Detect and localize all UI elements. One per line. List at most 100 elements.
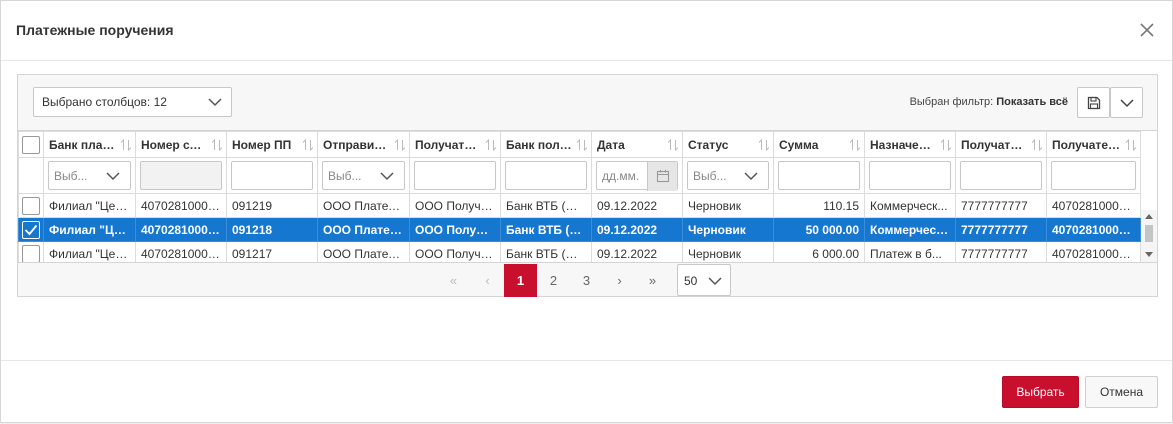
scroll-down-icon — [1145, 252, 1153, 257]
table-cell: 6 000.00 — [773, 241, 865, 262]
table-cell: Филиал "Цен... — [43, 193, 136, 218]
table-cell: 40702810000... — [135, 217, 227, 242]
close-button[interactable] — [1136, 19, 1158, 41]
table-cell: Черновик — [682, 217, 774, 242]
row-checkbox-cell[interactable] — [18, 193, 44, 218]
sender-filter-select[interactable]: Выб... — [322, 161, 405, 190]
column-header-label: Сумма — [779, 137, 819, 152]
page-size-select[interactable]: 50 — [677, 264, 731, 296]
filter-value: Показать всё — [996, 96, 1068, 108]
table-cell: 110.15 — [773, 193, 865, 218]
table-row-selected[interactable]: Филиал "Цен... 40702810000... 091218 ООО… — [18, 217, 1141, 242]
column-header[interactable]: Получатель ИНН — [955, 131, 1047, 158]
recipient-account-filter-input[interactable] — [1051, 161, 1136, 190]
save-filter-button[interactable] — [1077, 87, 1110, 118]
table-cell: 40702810000... — [1046, 241, 1141, 262]
column-header[interactable]: Номер ПП — [226, 131, 318, 158]
column-header-label: Назначение — [870, 137, 941, 152]
column-header[interactable]: Банк получателя — [500, 131, 592, 158]
first-page-button[interactable]: « — [437, 264, 470, 297]
prev-page-button[interactable]: ‹ — [471, 264, 504, 297]
next-page-button[interactable]: › — [603, 264, 636, 297]
table-cell: Банк ВТБ (ПА... — [500, 193, 592, 218]
sort-icon — [394, 139, 406, 151]
scroll-up-icon — [1145, 214, 1153, 219]
table-cell: ООО Платель... — [317, 193, 410, 218]
cancel-button[interactable]: Отмена — [1085, 376, 1158, 408]
filter-select-value: Выб... — [693, 169, 727, 183]
table-cell: 091218 — [226, 217, 318, 242]
row-checkbox-cell[interactable] — [18, 217, 44, 242]
select-all-checkbox[interactable] — [22, 135, 40, 154]
purpose-filter-input[interactable] — [869, 161, 951, 190]
calendar-button[interactable] — [647, 162, 677, 191]
chevron-down-icon — [744, 172, 758, 181]
row-checkbox[interactable] — [22, 196, 40, 215]
select-all-cell[interactable] — [18, 131, 44, 158]
page-button-current[interactable]: 1 — [504, 264, 537, 297]
table-cell: Черновик — [682, 241, 774, 262]
sort-icon — [211, 139, 223, 151]
recipient-inn-filter-input[interactable] — [960, 161, 1042, 190]
page-button[interactable]: 2 — [537, 264, 570, 297]
sort-icon — [667, 139, 679, 151]
row-checkbox[interactable] — [22, 244, 40, 262]
sort-icon — [1031, 139, 1043, 151]
column-header-label: Номер ПП — [232, 137, 292, 152]
column-header[interactable]: Назначение — [864, 131, 956, 158]
filter-row: Выб... Выб... дд.мм. Выб... — [18, 157, 1141, 194]
filter-cell — [1046, 157, 1141, 194]
bank-filter-select[interactable]: Выб... — [48, 161, 131, 190]
column-header[interactable]: Номер счета — [135, 131, 227, 158]
vertical-scrollbar[interactable] — [1141, 210, 1157, 262]
column-header[interactable]: Получатель счет — [1046, 131, 1141, 158]
last-page-button[interactable]: » — [636, 264, 669, 297]
page-button[interactable]: 3 — [570, 264, 603, 297]
filter-info: Выбран фильтр: Показать всё — [910, 96, 1068, 108]
column-header[interactable]: Получатель — [409, 131, 501, 158]
header-row: Банк плательщика Номер счета Номер ПП От… — [18, 131, 1141, 158]
column-header-label: Номер счета — [141, 137, 216, 152]
number-filter-input[interactable] — [231, 161, 313, 190]
table-row[interactable]: Филиал "Цен... 40702810000... 091219 ООО… — [18, 193, 1141, 218]
payment-orders-table: Банк плательщика Номер счета Номер ПП От… — [18, 130, 1157, 263]
filter-cell: Выб... — [682, 157, 774, 194]
table-cell: Филиал "Цен... — [43, 217, 136, 242]
column-header[interactable]: Банк плательщика — [43, 131, 136, 158]
table-cell: 09.12.2022 — [591, 241, 683, 262]
scrollbar-thumb[interactable] — [1145, 225, 1153, 242]
checkmark-icon — [24, 224, 38, 235]
recipient-bank-filter-input[interactable] — [505, 161, 587, 190]
table-cell: Платеж в б... — [864, 241, 956, 262]
table-cell: Черновик — [682, 193, 774, 218]
amount-filter-input[interactable] — [778, 161, 860, 190]
column-header[interactable]: Отправитель — [317, 131, 410, 158]
date-filter-input[interactable]: дд.мм. — [596, 161, 678, 191]
row-checkbox-checked[interactable] — [22, 220, 40, 239]
chevron-down-icon — [1120, 99, 1134, 108]
table-cell: 7777777777 — [955, 217, 1047, 242]
select-button[interactable]: Выбрать — [1002, 376, 1079, 408]
dialog-footer: Выбрать Отмена — [1, 360, 1172, 424]
columns-select[interactable]: Выбрано столбцов: 12 — [33, 87, 232, 117]
column-header-label: Дата — [597, 137, 625, 152]
table-cell: ООО Получа... — [409, 241, 501, 262]
status-filter-select[interactable]: Выб... — [687, 161, 769, 190]
filter-menu-button[interactable] — [1110, 87, 1143, 118]
recipient-filter-input[interactable] — [414, 161, 496, 190]
table-cell: 7777777777 — [955, 193, 1047, 218]
table-cell: ООО Платель... — [317, 217, 410, 242]
table-cell: 40702810000... — [1046, 217, 1141, 242]
sort-icon — [758, 139, 770, 151]
filter-cell — [864, 157, 956, 194]
columns-select-label: Выбрано столбцов: 12 — [42, 95, 167, 109]
filter-cell-empty — [18, 157, 44, 194]
row-checkbox-cell[interactable] — [18, 241, 44, 262]
column-header[interactable]: Дата — [591, 131, 683, 158]
chevron-down-icon — [208, 98, 222, 107]
filter-cell — [226, 157, 318, 194]
table-cell: Банк ВТБ (ПА... — [500, 217, 592, 242]
column-header[interactable]: Сумма — [773, 131, 865, 158]
table-row[interactable]: Филиал "Цен... 40702810000... 091217 ООО… — [18, 241, 1141, 262]
column-header[interactable]: Статус — [682, 131, 774, 158]
